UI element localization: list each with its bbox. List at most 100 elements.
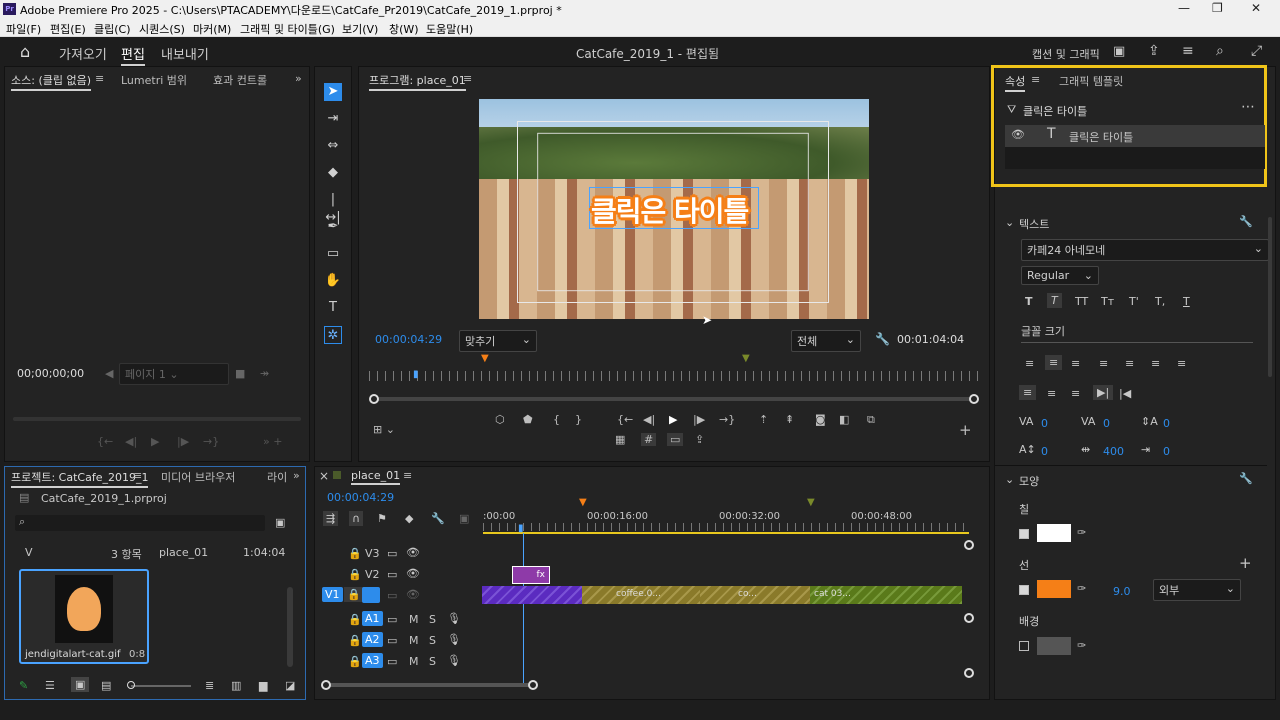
play-icon[interactable]: ▶ (151, 435, 159, 448)
clip-v1-purple[interactable] (482, 586, 582, 604)
progress-icon[interactable]: ≡ (1182, 43, 1194, 59)
timeline-vscroll-end[interactable] (964, 668, 974, 678)
track-label-a1[interactable]: A1 (362, 611, 383, 626)
tsume-value[interactable]: 400 (1103, 445, 1124, 458)
eyedropper-icon[interactable]: ✑ (1077, 639, 1086, 652)
lock-icon[interactable]: 🔒 (348, 568, 362, 581)
mark-out-icon[interactable]: →} (203, 435, 219, 448)
font-size-slider[interactable] (1021, 342, 1253, 343)
font-select[interactable]: 카페24 아네모네 ⌄ (1021, 239, 1269, 261)
fullscreen-icon[interactable]: ⤢ (1251, 43, 1262, 59)
properties-scrollbar[interactable] (1268, 217, 1272, 377)
mark-in-icon[interactable]: {← (97, 435, 113, 448)
settings-icon[interactable]: ⊞ ⌄ (373, 423, 395, 436)
menu-help[interactable]: 도움말(H) (426, 21, 473, 37)
fill-checkbox[interactable] (1019, 529, 1029, 539)
new-item-icon[interactable]: ◪ (285, 679, 295, 692)
source-menu-icon[interactable]: ≡ (95, 72, 104, 85)
stroke-type-select[interactable]: 외부 ⌄ (1153, 579, 1241, 601)
sort-icon[interactable]: ≣ (205, 679, 214, 692)
go-to-in-icon[interactable]: {← (617, 413, 633, 426)
leading-value[interactable]: 0 (1041, 445, 1048, 458)
tab-program[interactable]: 프로그램: place_01 (369, 72, 466, 91)
scroll-handle-left[interactable] (369, 394, 379, 404)
menu-view[interactable]: 보기(V) (342, 21, 378, 37)
timeline-hscroll[interactable] (326, 683, 532, 687)
list-view-icon[interactable]: ☰ (45, 679, 55, 692)
mute-button[interactable]: M (409, 655, 419, 668)
work-area-bar[interactable] (483, 532, 969, 534)
tab-library[interactable]: 라이 (267, 469, 287, 485)
home-icon[interactable]: ⌂ (20, 42, 30, 61)
sequence-name[interactable]: place_01 (159, 546, 208, 559)
text-section-title[interactable]: 텍스트 (1019, 216, 1049, 232)
wrench-icon[interactable]: 🔧 (1239, 215, 1253, 228)
timeline-timecode[interactable]: 00:00:04:29 (327, 491, 394, 504)
step-back-icon[interactable]: ◀| (125, 435, 137, 448)
eye-icon[interactable]: 👁 (1011, 128, 1025, 141)
new-bin-icon[interactable]: ▆ (259, 679, 267, 692)
captions-icon[interactable]: ▣ (459, 512, 469, 525)
sync-icon[interactable]: ▭ (387, 655, 397, 668)
add-marker-icon[interactable]: ⬡ (495, 413, 505, 426)
add-button-icon[interactable]: + (959, 421, 972, 439)
wrench-icon[interactable]: 🔧 (875, 332, 890, 346)
page-select[interactable]: 페이지 1 ⌄ (119, 363, 229, 385)
tab-source[interactable]: 소스: (클립 없음) (11, 72, 92, 91)
comparison-icon[interactable]: ◧ (839, 413, 849, 426)
tab-project[interactable]: 프로젝트: CatCafe_2019_1 (11, 469, 149, 488)
lift-icon[interactable]: ⇡ (759, 413, 768, 426)
clip-thumbnail-card[interactable]: jendigitalart-cat.gif 0:8 (19, 569, 149, 664)
zoom-handle[interactable] (127, 681, 135, 689)
menu-sequence[interactable]: 시퀀스(S) (139, 21, 185, 37)
marker-orange-icon[interactable]: ▼ (481, 353, 489, 364)
ripple-edit-icon[interactable]: ⇔ (324, 137, 342, 155)
text-direction-rtl-icon[interactable]: |◀ (1119, 387, 1131, 400)
tab-timeline[interactable]: place_01 (351, 469, 401, 485)
align-right-icon[interactable]: ≡ (1071, 357, 1080, 370)
razor-icon[interactable]: ◆ (324, 164, 342, 182)
program-ruler[interactable] (369, 371, 979, 381)
style-select[interactable]: Regular ⌄ (1021, 266, 1099, 285)
all-caps-icon[interactable]: TT (1075, 295, 1088, 308)
italic-icon[interactable]: T (1047, 293, 1062, 308)
add-button-icon[interactable]: » + (263, 435, 282, 448)
safe-margins-icon[interactable]: ▦ (615, 433, 625, 446)
wrench-icon[interactable]: 🔧 (431, 512, 445, 525)
eyedropper-icon[interactable]: ✑ (1077, 526, 1086, 539)
jump-icon[interactable]: ↠ (260, 367, 269, 380)
program-menu-icon[interactable]: ≡ (463, 72, 472, 85)
snap-icon[interactable]: ∩ (349, 511, 364, 526)
pen-icon[interactable]: ✒ (324, 218, 342, 236)
solo-button[interactable]: S (429, 634, 436, 647)
stroke-color-swatch[interactable] (1037, 580, 1071, 598)
project-menu-icon[interactable]: ≡ (133, 469, 142, 482)
sync-icon[interactable]: ▭ (387, 568, 397, 581)
grid-icon[interactable]: # (641, 433, 657, 446)
project-scrollbar[interactable] (287, 587, 293, 667)
icon-view-icon[interactable]: ▣ (71, 677, 90, 692)
justify-right-icon[interactable]: ≡ (1151, 357, 1160, 370)
tab-edit[interactable]: 편집 (121, 44, 145, 66)
superscript-icon[interactable]: T' (1129, 295, 1139, 308)
eye-icon[interactable]: 👁 (406, 588, 420, 601)
close-tab-icon[interactable]: × (319, 469, 329, 483)
track-label-a3[interactable]: A3 (362, 653, 383, 668)
vr-icon[interactable]: ▭ (667, 433, 684, 446)
slip-icon[interactable]: |↔| (324, 191, 342, 225)
source-v1-patch[interactable]: V1 (322, 587, 343, 602)
stroke-checkbox[interactable] (1019, 585, 1029, 595)
lock-icon[interactable]: 🔒 (348, 547, 362, 560)
text-direction-ltr-icon[interactable]: ▶| (1093, 385, 1114, 400)
clip-coffee[interactable]: coffee.0... (582, 586, 700, 604)
justify-all-icon[interactable]: ≡ (1177, 357, 1186, 370)
track-select-icon[interactable]: ⇥ (324, 110, 342, 128)
close-icon[interactable]: ✕ (1251, 1, 1261, 15)
type-tool-icon[interactable]: T (324, 299, 342, 317)
step-forward-icon[interactable]: |▶ (693, 413, 705, 426)
add-stroke-icon[interactable]: + (1239, 554, 1252, 572)
more-tabs-icon[interactable]: » (293, 469, 300, 482)
menu-graphics[interactable]: 그래픽 및 타이틀(G) (240, 21, 335, 37)
menu-window[interactable]: 창(W) (389, 21, 419, 37)
marker-green-icon[interactable]: ▼ (742, 353, 750, 364)
